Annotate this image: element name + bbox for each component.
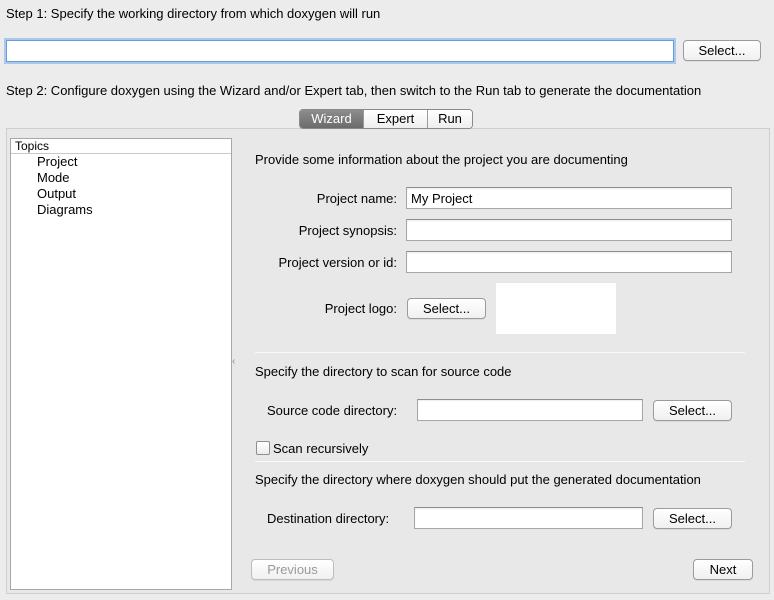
project-name-label: Project name: bbox=[316, 191, 397, 206]
scan-recursively-checkbox[interactable] bbox=[256, 441, 270, 455]
project-version-input[interactable] bbox=[406, 251, 732, 273]
source-directory-label: Source code directory: bbox=[267, 403, 398, 418]
tab-run[interactable]: Run bbox=[427, 110, 472, 128]
topic-item-project[interactable]: Project bbox=[11, 154, 231, 170]
separator-1 bbox=[255, 352, 745, 353]
project-logo-label: Project logo: bbox=[324, 301, 397, 316]
destination-directory-input[interactable] bbox=[414, 507, 643, 529]
project-logo-preview bbox=[496, 283, 616, 334]
step2-label: Step 2: Configure doxygen using the Wiza… bbox=[6, 83, 702, 98]
previous-button[interactable]: Previous bbox=[251, 559, 334, 580]
source-directory-select-button[interactable]: Select... bbox=[653, 400, 732, 421]
project-logo-select-button[interactable]: Select... bbox=[407, 298, 486, 319]
project-synopsis-input[interactable] bbox=[406, 219, 732, 241]
topic-item-mode[interactable]: Mode bbox=[11, 170, 231, 186]
source-directory-input[interactable] bbox=[417, 399, 643, 421]
working-directory-input[interactable] bbox=[6, 40, 674, 62]
working-directory-select-button[interactable]: Select... bbox=[683, 40, 761, 61]
topic-item-output[interactable]: Output bbox=[11, 186, 231, 202]
destination-heading: Specify the directory where doxygen shou… bbox=[255, 472, 701, 487]
step1-label: Step 1: Specify the working directory fr… bbox=[6, 6, 381, 21]
source-heading: Specify the directory to scan for source… bbox=[255, 364, 512, 379]
separator-2 bbox=[255, 461, 745, 462]
destination-directory-select-button[interactable]: Select... bbox=[653, 508, 732, 529]
topics-header: Topics bbox=[11, 139, 231, 154]
project-synopsis-label: Project synopsis: bbox=[298, 223, 397, 238]
topics-tree[interactable]: Topics Project Mode Output Diagrams bbox=[10, 138, 232, 590]
next-button[interactable]: Next bbox=[693, 559, 753, 580]
destination-directory-label: Destination directory: bbox=[267, 511, 390, 526]
project-heading: Provide some information about the proje… bbox=[255, 152, 628, 167]
tab-wizard[interactable]: Wizard bbox=[300, 110, 363, 128]
scan-recursively-label[interactable]: Scan recursively bbox=[273, 441, 368, 456]
splitter-handle-icon[interactable]: ‹ bbox=[232, 356, 235, 367]
tab-bar: Wizard Expert Run bbox=[299, 109, 473, 129]
project-name-input[interactable] bbox=[406, 187, 732, 209]
topic-item-diagrams[interactable]: Diagrams bbox=[11, 202, 231, 218]
tab-expert[interactable]: Expert bbox=[363, 110, 427, 128]
project-version-label: Project version or id: bbox=[278, 255, 398, 270]
